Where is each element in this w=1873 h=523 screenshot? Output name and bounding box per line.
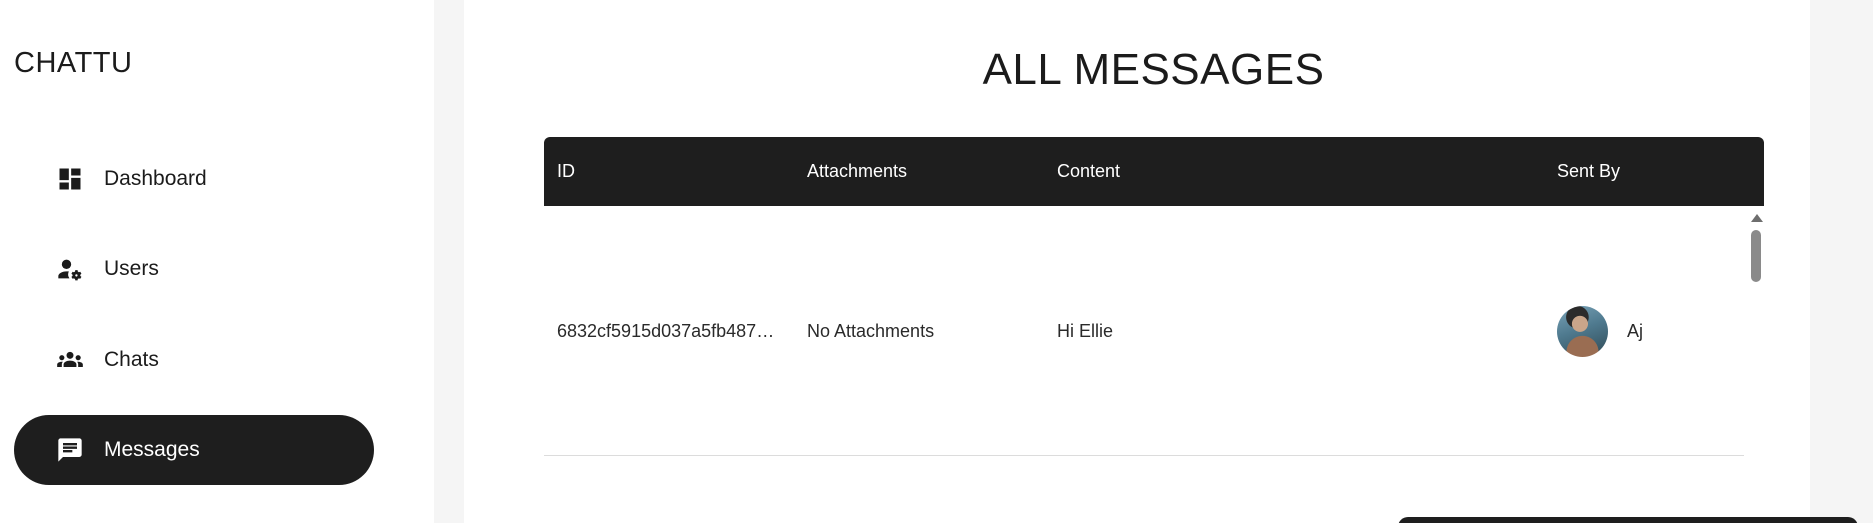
- column-header-attachments[interactable]: Attachments: [807, 137, 907, 206]
- scroll-up-arrow-icon[interactable]: [1751, 214, 1763, 222]
- column-header-content[interactable]: Content: [1057, 137, 1120, 206]
- column-header-id[interactable]: ID: [557, 137, 575, 206]
- page-title: ALL MESSAGES: [982, 45, 1325, 94]
- sidebar-item-label: Messages: [104, 438, 200, 461]
- cell-attachments: No Attachments: [807, 321, 935, 341]
- brand-logo-text: CHATTU: [14, 47, 133, 79]
- messages-table: ID Attachments Content Sent By 6832cf591…: [544, 137, 1764, 523]
- sidebar-item-users[interactable]: Users: [14, 234, 374, 304]
- column-header-sent-by[interactable]: Sent By: [1557, 137, 1620, 206]
- table-header: ID Attachments Content Sent By: [544, 137, 1764, 206]
- cell-content: Hi Ellie: [1057, 321, 1114, 341]
- groups-icon: [54, 344, 86, 376]
- manage-accounts-icon: [54, 253, 86, 285]
- table-body[interactable]: 6832cf5915d037a5fb487… No Attachments Hi…: [544, 206, 1764, 523]
- sidebar-item-messages[interactable]: Messages: [14, 415, 374, 485]
- avatar: [1557, 306, 1608, 357]
- sidebar-item-chats[interactable]: Chats: [14, 325, 374, 395]
- scrollbar-thumb[interactable]: [1751, 230, 1761, 282]
- sidebar-item-label: Dashboard: [104, 167, 207, 190]
- sidebar-item-dashboard[interactable]: Dashboard: [14, 144, 374, 214]
- table-row[interactable]: 6832cf5915d037a5fb487… No Attachments Hi…: [544, 206, 1744, 456]
- cell-sent-by: Aj: [1627, 321, 1644, 341]
- sidebar: CHATTU Dashboard Users Chats Messages: [0, 0, 434, 523]
- sidebar-item-label: Users: [104, 257, 159, 280]
- table-scrollbar[interactable]: [1748, 206, 1764, 523]
- dashboard-icon: [54, 163, 86, 195]
- cell-id: 6832cf5915d037a5fb487…: [557, 321, 775, 341]
- message-icon: [54, 434, 86, 466]
- bottom-panel-edge: [1398, 517, 1858, 523]
- sidebar-item-label: Chats: [104, 348, 159, 371]
- main-content: ALL MESSAGES ID Attachments Content Sent…: [464, 0, 1810, 523]
